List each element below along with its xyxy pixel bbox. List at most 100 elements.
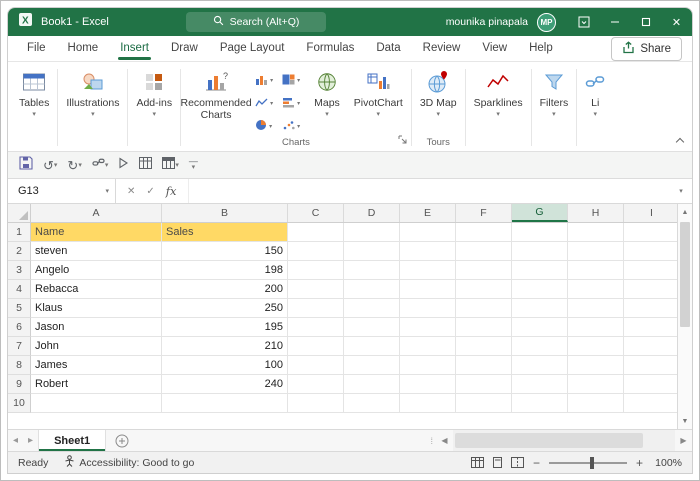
- cell-F5[interactable]: [456, 299, 512, 318]
- cell-C1[interactable]: [288, 223, 344, 242]
- flag-button[interactable]: [118, 156, 129, 174]
- formula-input[interactable]: [189, 179, 670, 203]
- cell-H5[interactable]: [568, 299, 624, 318]
- horizontal-scrollbar[interactable]: ⁞ ◀ ▶: [427, 430, 692, 451]
- cell-I1[interactable]: [624, 223, 677, 242]
- insert-table-button[interactable]: [139, 156, 152, 174]
- filters-button[interactable]: Filters ▾: [533, 64, 576, 118]
- cell-E8[interactable]: [400, 356, 456, 375]
- horizontal-scroll-thumb[interactable]: [455, 433, 643, 448]
- row-header-9[interactable]: 9: [8, 375, 31, 394]
- cell-A7[interactable]: John: [31, 337, 162, 356]
- name-box[interactable]: G13 ▾: [8, 179, 116, 203]
- cell-A6[interactable]: Jason: [31, 318, 162, 337]
- accessibility-status[interactable]: Accessibility: Good to go: [64, 455, 194, 470]
- cell-G8[interactable]: [512, 356, 568, 375]
- cell-E5[interactable]: [400, 299, 456, 318]
- tab-home[interactable]: Home: [57, 37, 110, 60]
- cell-B2[interactable]: 150: [162, 242, 288, 261]
- cell-H6[interactable]: [568, 318, 624, 337]
- cell-A3[interactable]: Angelo: [31, 261, 162, 280]
- column-header-F[interactable]: F: [456, 204, 512, 222]
- cell-G1[interactable]: [512, 223, 568, 242]
- cell-F3[interactable]: [456, 261, 512, 280]
- save-button[interactable]: [19, 156, 33, 175]
- cell-H10[interactable]: [568, 394, 624, 413]
- cell-E10[interactable]: [400, 394, 456, 413]
- minimize-button[interactable]: [599, 8, 630, 36]
- cell-C9[interactable]: [288, 375, 344, 394]
- new-sheet-button[interactable]: [115, 434, 129, 448]
- insert-pie-chart-button[interactable]: ▾: [253, 117, 275, 137]
- row-header-8[interactable]: 8: [8, 356, 31, 375]
- cell-F7[interactable]: [456, 337, 512, 356]
- cell-C4[interactable]: [288, 280, 344, 299]
- column-header-I[interactable]: I: [624, 204, 677, 222]
- cell-H7[interactable]: [568, 337, 624, 356]
- column-header-A[interactable]: A: [31, 204, 162, 222]
- cell-A8[interactable]: James: [31, 356, 162, 375]
- previous-sheet-icon[interactable]: ◂: [8, 435, 23, 446]
- scroll-right-icon[interactable]: ▶: [675, 436, 692, 445]
- undo-button[interactable]: ↺▾: [43, 159, 57, 172]
- link-button[interactable]: Li ▾: [578, 64, 612, 118]
- illustrations-button[interactable]: Illustrations ▾: [59, 64, 126, 118]
- cell-D3[interactable]: [344, 261, 400, 280]
- user-name[interactable]: mounika pinapala: [446, 16, 528, 28]
- cell-A10[interactable]: [31, 394, 162, 413]
- tab-page-layout[interactable]: Page Layout: [209, 37, 296, 60]
- cell-G3[interactable]: [512, 261, 568, 280]
- cell-D5[interactable]: [344, 299, 400, 318]
- view-normal-icon[interactable]: [471, 457, 484, 468]
- row-header-2[interactable]: 2: [8, 242, 31, 261]
- cell-C5[interactable]: [288, 299, 344, 318]
- cell-C8[interactable]: [288, 356, 344, 375]
- cell-F2[interactable]: [456, 242, 512, 261]
- cell-A9[interactable]: Robert: [31, 375, 162, 394]
- row-header-6[interactable]: 6: [8, 318, 31, 337]
- cell-I7[interactable]: [624, 337, 677, 356]
- hyperlink-button[interactable]: ▾: [92, 156, 109, 174]
- cell-C7[interactable]: [288, 337, 344, 356]
- close-button[interactable]: ✕: [661, 8, 692, 36]
- tab-file[interactable]: File: [16, 37, 57, 60]
- cell-G9[interactable]: [512, 375, 568, 394]
- row-header-3[interactable]: 3: [8, 261, 31, 280]
- cell-E3[interactable]: [400, 261, 456, 280]
- tab-formulas[interactable]: Formulas: [295, 37, 365, 60]
- row-header-4[interactable]: 4: [8, 280, 31, 299]
- scroll-down-icon[interactable]: ▼: [678, 413, 692, 429]
- collapse-ribbon-icon[interactable]: [676, 138, 684, 146]
- next-sheet-icon[interactable]: ▸: [23, 435, 38, 446]
- row-header-7[interactable]: 7: [8, 337, 31, 356]
- cell-D9[interactable]: [344, 375, 400, 394]
- insert-function-icon[interactable]: fx: [166, 184, 177, 198]
- cell-G2[interactable]: [512, 242, 568, 261]
- cell-H3[interactable]: [568, 261, 624, 280]
- three-d-map-button[interactable]: 3D Map ▾: [413, 64, 464, 118]
- cell-F10[interactable]: [456, 394, 512, 413]
- cell-G10[interactable]: [512, 394, 568, 413]
- cell-B1[interactable]: Sales: [162, 223, 288, 242]
- share-button[interactable]: Share: [611, 37, 682, 61]
- cell-D10[interactable]: [344, 394, 400, 413]
- cell-I2[interactable]: [624, 242, 677, 261]
- redo-button[interactable]: ↻▾: [67, 159, 81, 172]
- cell-E6[interactable]: [400, 318, 456, 337]
- cell-D4[interactable]: [344, 280, 400, 299]
- cell-G7[interactable]: [512, 337, 568, 356]
- ribbon-display-options-icon[interactable]: [568, 8, 599, 36]
- cell-I8[interactable]: [624, 356, 677, 375]
- cell-B4[interactable]: 200: [162, 280, 288, 299]
- scroll-up-icon[interactable]: ▲: [678, 204, 692, 220]
- column-header-G[interactable]: G: [512, 204, 568, 222]
- cell-I10[interactable]: [624, 394, 677, 413]
- cell-H4[interactable]: [568, 280, 624, 299]
- cell-A5[interactable]: Klaus: [31, 299, 162, 318]
- view-page-break-icon[interactable]: [511, 457, 524, 468]
- maps-button[interactable]: Maps ▾: [307, 64, 347, 118]
- cell-I3[interactable]: [624, 261, 677, 280]
- zoom-slider-thumb[interactable]: [590, 457, 594, 469]
- cell-B6[interactable]: 195: [162, 318, 288, 337]
- enter-icon[interactable]: ✓: [146, 186, 154, 197]
